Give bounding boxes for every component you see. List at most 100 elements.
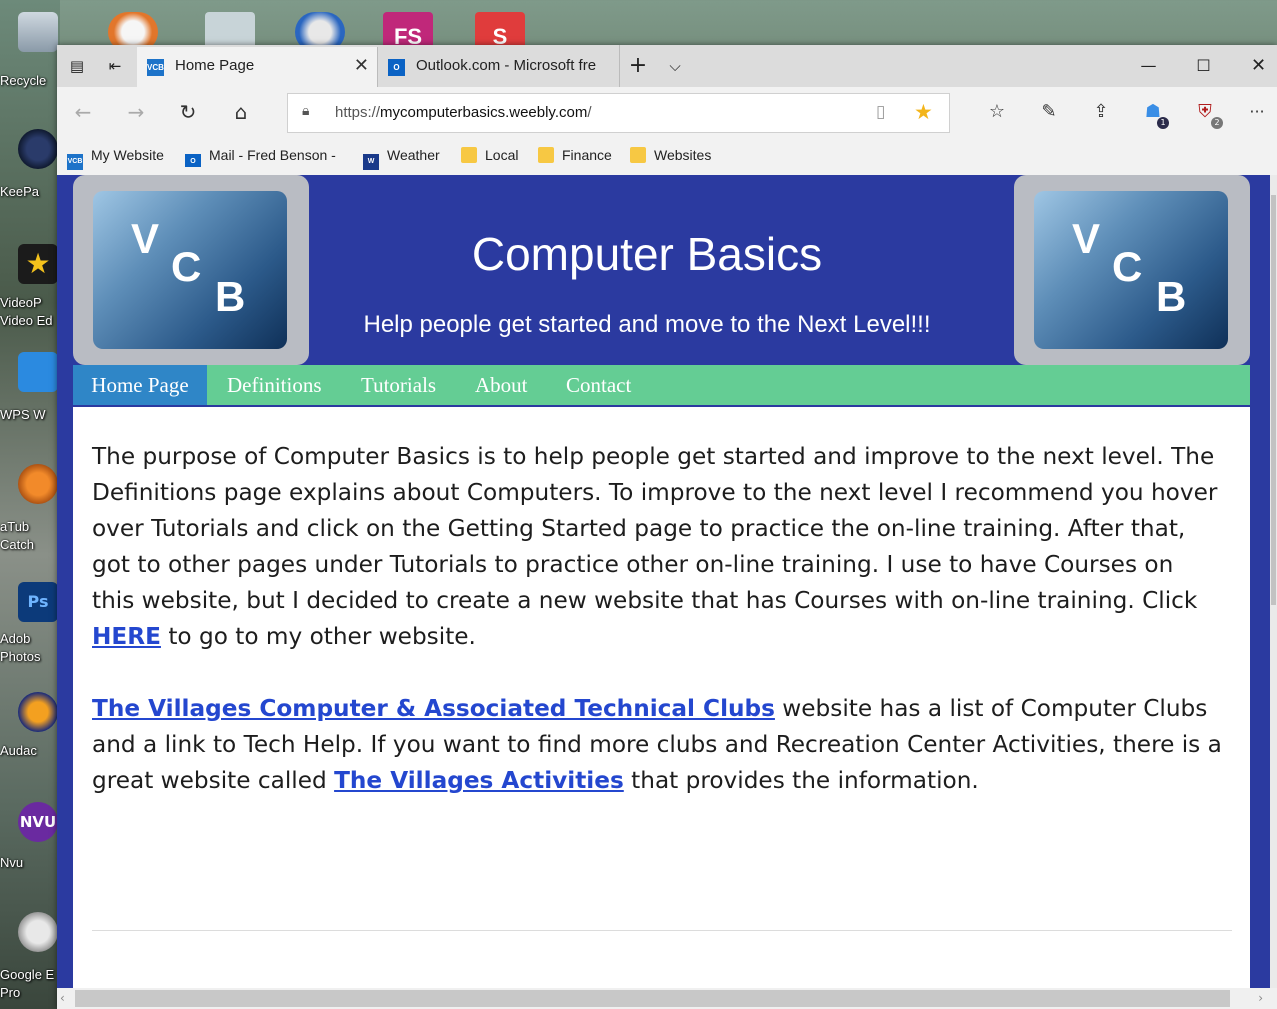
- nvu-icon: NVU: [18, 802, 58, 842]
- nav-definitions[interactable]: Definitions: [227, 365, 322, 405]
- scrollbar-thumb[interactable]: [1271, 195, 1276, 605]
- tab-outlook[interactable]: O Outlook.com - Microsoft fre: [377, 47, 618, 87]
- favorite-folder-websites[interactable]: Websites: [630, 147, 711, 167]
- recycle-bin-icon: [18, 12, 58, 52]
- nav-about[interactable]: About: [475, 365, 528, 405]
- desktop-icon-video-editor[interactable]: ★ VideoP Video Ed: [0, 240, 60, 340]
- desktop-icon-label: KeePa: [0, 184, 40, 199]
- web-page: V C B Computer Basics Help people get st…: [57, 175, 1270, 988]
- scroll-left-icon[interactable]: ‹: [60, 988, 65, 1009]
- vcb-favicon-icon: VCB: [147, 59, 164, 76]
- logo-letter: V: [131, 215, 160, 262]
- favorite-weather[interactable]: W Weather: [363, 147, 440, 170]
- horizontal-scrollbar[interactable]: ‹ ›: [57, 988, 1277, 1009]
- photoshop-icon: Ps: [18, 582, 58, 622]
- villages-computer-clubs-link[interactable]: The Villages Computer & Associated Techn…: [92, 695, 775, 722]
- folder-icon: [461, 147, 477, 163]
- wps-writer-icon: [18, 352, 58, 392]
- vcb-logo-tile: V C B: [93, 191, 287, 349]
- intro-paragraph: The purpose of Computer Basics is to hel…: [92, 443, 1218, 650]
- url-text: https://mycomputerbasics.weebly.com/: [335, 104, 592, 121]
- folder-icon: [538, 147, 554, 163]
- desktop-icon-adobe-photoshop[interactable]: Ps Adob Photos: [0, 580, 60, 670]
- lock-icon: 🔒︎: [302, 103, 310, 119]
- desktop-icon-audacity[interactable]: Audac: [0, 690, 60, 770]
- desktop-icon-atube-catcher[interactable]: aTub Catch: [0, 462, 60, 562]
- favorite-mail[interactable]: O Mail - Fred Benson -: [185, 147, 350, 167]
- tab-home-page[interactable]: VCB Home Page ✕: [137, 47, 377, 87]
- site-subtitle: Help people get started and move to the …: [363, 311, 931, 338]
- nav-home-page[interactable]: Home Page: [73, 365, 207, 405]
- desktop-icon-label: Google E Pro: [0, 967, 55, 1000]
- favorite-folder-local[interactable]: Local: [461, 147, 518, 167]
- tab-bar: ▤ ⇤ VCB Home Page ✕ O Outlook.com - Micr…: [57, 45, 1277, 87]
- url-field[interactable]: 🔒︎ https://mycomputerbasics.weebly.com/ …: [287, 93, 950, 133]
- desktop-icon-label: WPS W: [0, 407, 46, 422]
- reading-view-icon[interactable]: ▯: [876, 102, 885, 122]
- desktop-icon-label: Recycle: [0, 73, 47, 88]
- desktop-icon-label: VideoP Video Ed: [0, 295, 53, 328]
- back-arrow-icon[interactable]: ←: [66, 96, 100, 128]
- audacity-icon: [18, 692, 58, 732]
- tab-title: Home Page: [175, 57, 255, 74]
- main-content: The purpose of Computer Basics is to hel…: [73, 407, 1250, 988]
- minimize-button[interactable]: —: [1121, 45, 1176, 87]
- tab-actions-icon[interactable]: ▤: [59, 45, 95, 87]
- close-tab-icon[interactable]: ✕: [354, 55, 369, 76]
- desktop-icon-recycle-bin[interactable]: Recycle: [0, 8, 60, 98]
- desktop-icon-label: Nvu: [0, 855, 24, 870]
- nav-contact[interactable]: Contact: [566, 365, 631, 405]
- site-nav-menu: Home Page Definitions Tutorials About Co…: [73, 365, 1250, 407]
- outlook-favicon-icon: O: [185, 154, 201, 167]
- vcb-logo-tile: V C B: [1034, 191, 1228, 349]
- scroll-right-icon[interactable]: ›: [1258, 988, 1263, 1009]
- maximize-button[interactable]: ☐: [1176, 45, 1231, 87]
- logo-letter: B: [1156, 273, 1187, 320]
- share-icon[interactable]: ⇪: [1086, 98, 1116, 126]
- address-bar: ← → ↻ ⌂ 🔒︎ https://mycomputerbasics.weeb…: [57, 87, 1277, 137]
- browser-window: ▤ ⇤ VCB Home Page ✕ O Outlook.com - Micr…: [57, 45, 1277, 1009]
- logo-letter: C: [1112, 243, 1143, 290]
- ublock-badge: 2: [1211, 117, 1223, 129]
- set-tabs-aside-icon[interactable]: ⇤: [97, 45, 133, 87]
- nav-tutorials[interactable]: Tutorials: [361, 365, 436, 405]
- forward-arrow-icon[interactable]: →: [119, 96, 153, 128]
- star-film-icon: ★: [18, 244, 58, 284]
- refresh-icon[interactable]: ↻: [171, 96, 205, 128]
- clubs-paragraph: The Villages Computer & Associated Techn…: [92, 695, 1222, 794]
- favorite-star-icon[interactable]: ★: [914, 100, 933, 124]
- villages-activities-link[interactable]: The Villages Activities: [334, 767, 624, 794]
- favorites-hub-icon[interactable]: ☆: [982, 98, 1012, 126]
- atube-catcher-icon: [18, 464, 58, 504]
- tab-title: Outlook.com - Microsoft fre: [416, 57, 597, 74]
- desktop-icon-google-earth-pro[interactable]: Google E Pro: [0, 910, 60, 1005]
- google-earth-icon: [18, 912, 58, 952]
- desktop-icon-nvu[interactable]: NVU Nvu: [0, 800, 60, 880]
- desktop-icon-label: Audac: [0, 743, 37, 758]
- web-note-pen-icon[interactable]: ✎: [1034, 98, 1064, 126]
- tab-list-chevron-icon[interactable]: ⌵: [657, 45, 693, 87]
- home-icon[interactable]: ⌂: [224, 96, 258, 128]
- lock-icon: [18, 129, 58, 169]
- site-title: Computer Basics: [471, 228, 823, 280]
- logo-letter: V: [1072, 215, 1101, 262]
- close-window-button[interactable]: ✕: [1231, 45, 1277, 87]
- weather-channel-icon: W: [363, 154, 379, 170]
- desktop-icon-keepass[interactable]: KeePa: [0, 125, 60, 215]
- vcb-logo-left[interactable]: V C B: [73, 175, 309, 365]
- new-tab-button[interactable]: +: [619, 45, 656, 87]
- ghostery-badge: 1: [1157, 117, 1169, 129]
- vcb-logo-right[interactable]: V C B: [1014, 175, 1250, 365]
- divider: [92, 930, 1232, 931]
- favorites-bar: VCB My Website O Mail - Fred Benson - W Wea…: [57, 137, 1277, 175]
- favorite-my-website[interactable]: VCB My Website: [67, 147, 164, 170]
- vertical-scrollbar[interactable]: [1270, 175, 1277, 988]
- here-link[interactable]: HERE: [92, 623, 161, 650]
- folder-icon: [630, 147, 646, 163]
- scrollbar-thumb[interactable]: [75, 990, 1230, 1007]
- desktop-icon-label: Adob Photos: [0, 631, 41, 664]
- favorite-folder-finance[interactable]: Finance: [538, 147, 612, 167]
- desktop-icon-wps-writer[interactable]: WPS W: [0, 350, 60, 430]
- more-menu-icon[interactable]: ···: [1242, 98, 1272, 126]
- desktop-top-icons: FS S: [100, 0, 540, 52]
